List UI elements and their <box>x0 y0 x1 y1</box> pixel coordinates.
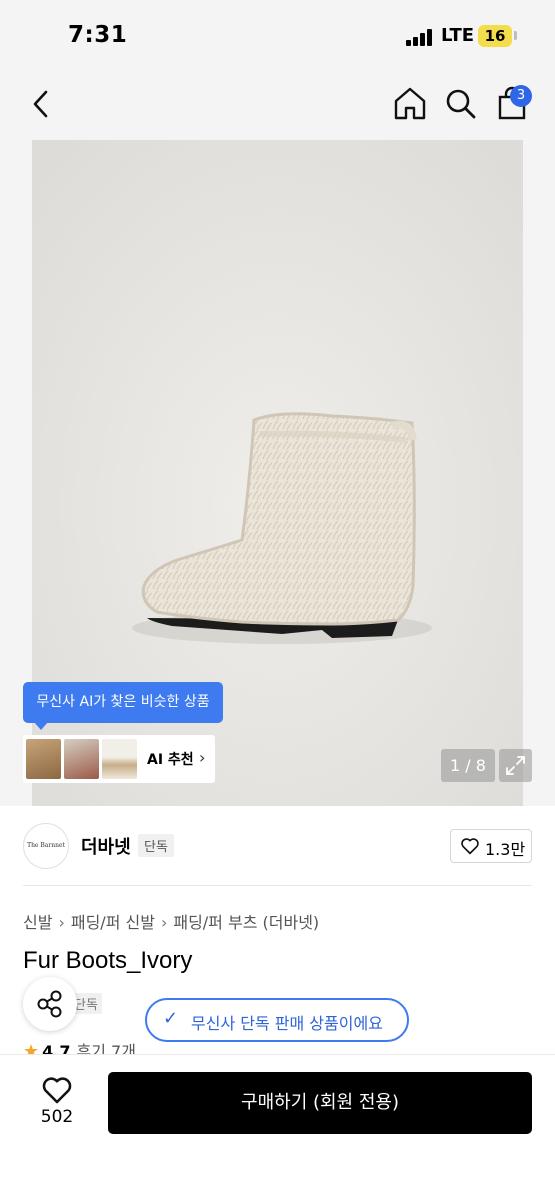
brand-name[interactable]: 더바넷 <box>81 833 131 859</box>
brand-like-count: 1.3만 <box>485 840 526 859</box>
exclusive-notice-text: 무신사 단독 판매 상품이에요 <box>191 1014 383 1033</box>
expand-button[interactable] <box>499 749 532 782</box>
heart-icon <box>42 1077 72 1104</box>
buy-button[interactable]: 구매하기 (회원 전용) <box>108 1072 532 1134</box>
breadcrumb-separator: › <box>58 913 65 932</box>
breadcrumb-item[interactable]: 패딩/퍼 부츠 (더바넷) <box>173 913 319 932</box>
breadcrumb-item[interactable]: 신발 <box>23 913 52 932</box>
recommend-thumbnail[interactable] <box>102 739 137 779</box>
page-indicator: 1 / 8 <box>441 749 495 782</box>
heart-icon <box>461 838 479 855</box>
expand-icon <box>506 756 525 775</box>
share-icon <box>37 990 62 1018</box>
network-type: LTE <box>441 25 475 46</box>
wishlist-count: 502 <box>40 1107 74 1127</box>
search-button[interactable] <box>441 84 481 124</box>
brand-logo[interactable]: The Barnnet <box>23 823 69 869</box>
search-icon <box>446 89 476 119</box>
status-time: 7:31 <box>68 22 128 48</box>
breadcrumb: 신발 › 패딩/퍼 신발 › 패딩/퍼 부츠 (더바넷) <box>23 909 319 933</box>
tooltip-arrow <box>34 722 48 730</box>
divider <box>23 885 532 886</box>
breadcrumb-item[interactable]: 패딩/퍼 신발 <box>71 913 155 932</box>
battery-icon: 16 <box>478 25 512 47</box>
battery-tip <box>514 31 517 40</box>
brand-like-button[interactable]: 1.3만 <box>450 829 532 863</box>
ai-recommend-label: AI 추천 <box>147 752 194 768</box>
recommend-thumbnail[interactable] <box>26 739 61 779</box>
signal-icon <box>406 29 434 46</box>
exclusive-badge: 단독 <box>138 834 174 857</box>
ai-similar-tooltip[interactable]: 무신사 AI가 찾은 비슷한 상품 <box>23 682 223 723</box>
exclusive-notice-pill[interactable]: ✓ 무신사 단독 판매 상품이에요 <box>145 998 409 1042</box>
home-button[interactable] <box>390 84 430 124</box>
chevron-right-icon: › <box>199 748 206 767</box>
product-title: Fur Boots_Ivory <box>23 947 193 974</box>
cart-count-badge: 3 <box>510 85 532 107</box>
share-button[interactable] <box>23 977 77 1031</box>
back-icon <box>33 90 48 118</box>
ai-recommend-card[interactable]: AI 추천 › <box>23 735 215 783</box>
breadcrumb-separator: › <box>160 913 168 932</box>
back-button[interactable] <box>22 84 62 124</box>
recommend-thumbnail[interactable] <box>64 739 99 779</box>
check-icon: ✓ <box>163 1008 179 1029</box>
home-icon <box>394 87 426 120</box>
